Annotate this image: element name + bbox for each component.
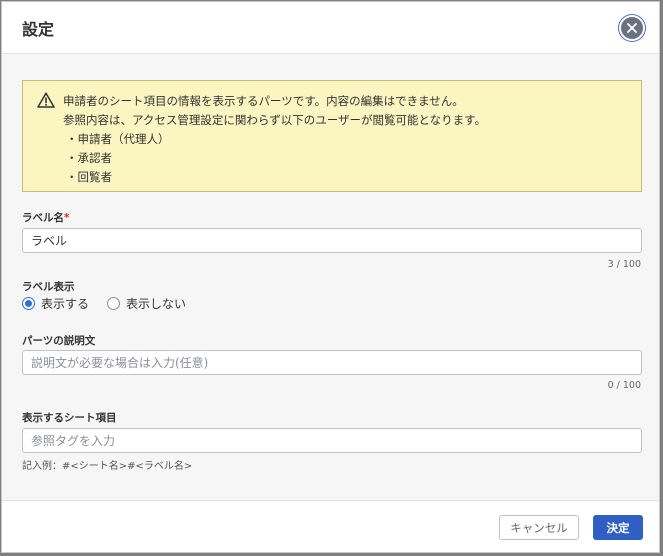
- description-counter: 0 / 100: [607, 380, 641, 391]
- dialog-footer: キャンセル 決定: [2, 500, 659, 552]
- label-display-label: ラベル表示: [22, 281, 75, 293]
- radio-hide-indicator[interactable]: [107, 297, 121, 310]
- cancel-button[interactable]: キャンセル: [499, 515, 579, 540]
- alert-message: 申請者のシート項目の情報を表示するパーツです。内容の編集はできません。 参照内容…: [63, 92, 486, 187]
- alert-list-item: ・回覧者: [66, 170, 112, 184]
- sheet-item-input[interactable]: [22, 428, 642, 453]
- alert-list-item: ・承認者: [66, 151, 112, 165]
- sheet-item-hint: 記入例：#<シート名>#<ラベル名>: [22, 461, 193, 472]
- dialog-title: 設定: [22, 20, 55, 39]
- close-icon: [627, 23, 637, 33]
- radio-show-indicator[interactable]: [22, 297, 35, 310]
- alert-line: 申請者のシート項目の情報を表示するパーツです。内容の編集はできません。: [63, 94, 464, 108]
- warning-icon: [37, 92, 55, 108]
- label-name-counter: 3 / 100: [607, 259, 641, 270]
- alert-list-item: ・申請者（代理人）: [66, 132, 170, 146]
- close-button[interactable]: [621, 17, 643, 39]
- sheet-item-label: 表示するシート項目: [22, 412, 117, 424]
- label-display-radio-group: 表示する 表示しない: [22, 295, 204, 312]
- warning-alert: 申請者のシート項目の情報を表示するパーツです。内容の編集はできません。 参照内容…: [22, 80, 642, 192]
- label-name-text: ラベル名: [22, 212, 64, 224]
- radio-show-label: 表示する: [41, 297, 90, 311]
- required-mark: *: [64, 212, 70, 224]
- description-input[interactable]: [22, 350, 642, 375]
- radio-hide[interactable]: 表示しない: [107, 295, 186, 312]
- radio-show[interactable]: 表示する: [22, 295, 89, 312]
- ok-button[interactable]: 決定: [593, 515, 643, 540]
- description-label: パーツの説明文: [22, 335, 96, 347]
- alert-line: 参照内容は、アクセス管理設定に関わらず以下のユーザーが閲覧可能となります。: [63, 113, 486, 127]
- label-name-label: ラベル名*: [22, 210, 70, 225]
- dialog-header: 設定: [2, 2, 659, 54]
- settings-dialog: 設定 申請者のシート項目の情報を表示するパーツです。内容の編集はできません。 参…: [1, 1, 660, 553]
- label-name-input[interactable]: [22, 228, 642, 253]
- radio-hide-label: 表示しない: [126, 297, 187, 311]
